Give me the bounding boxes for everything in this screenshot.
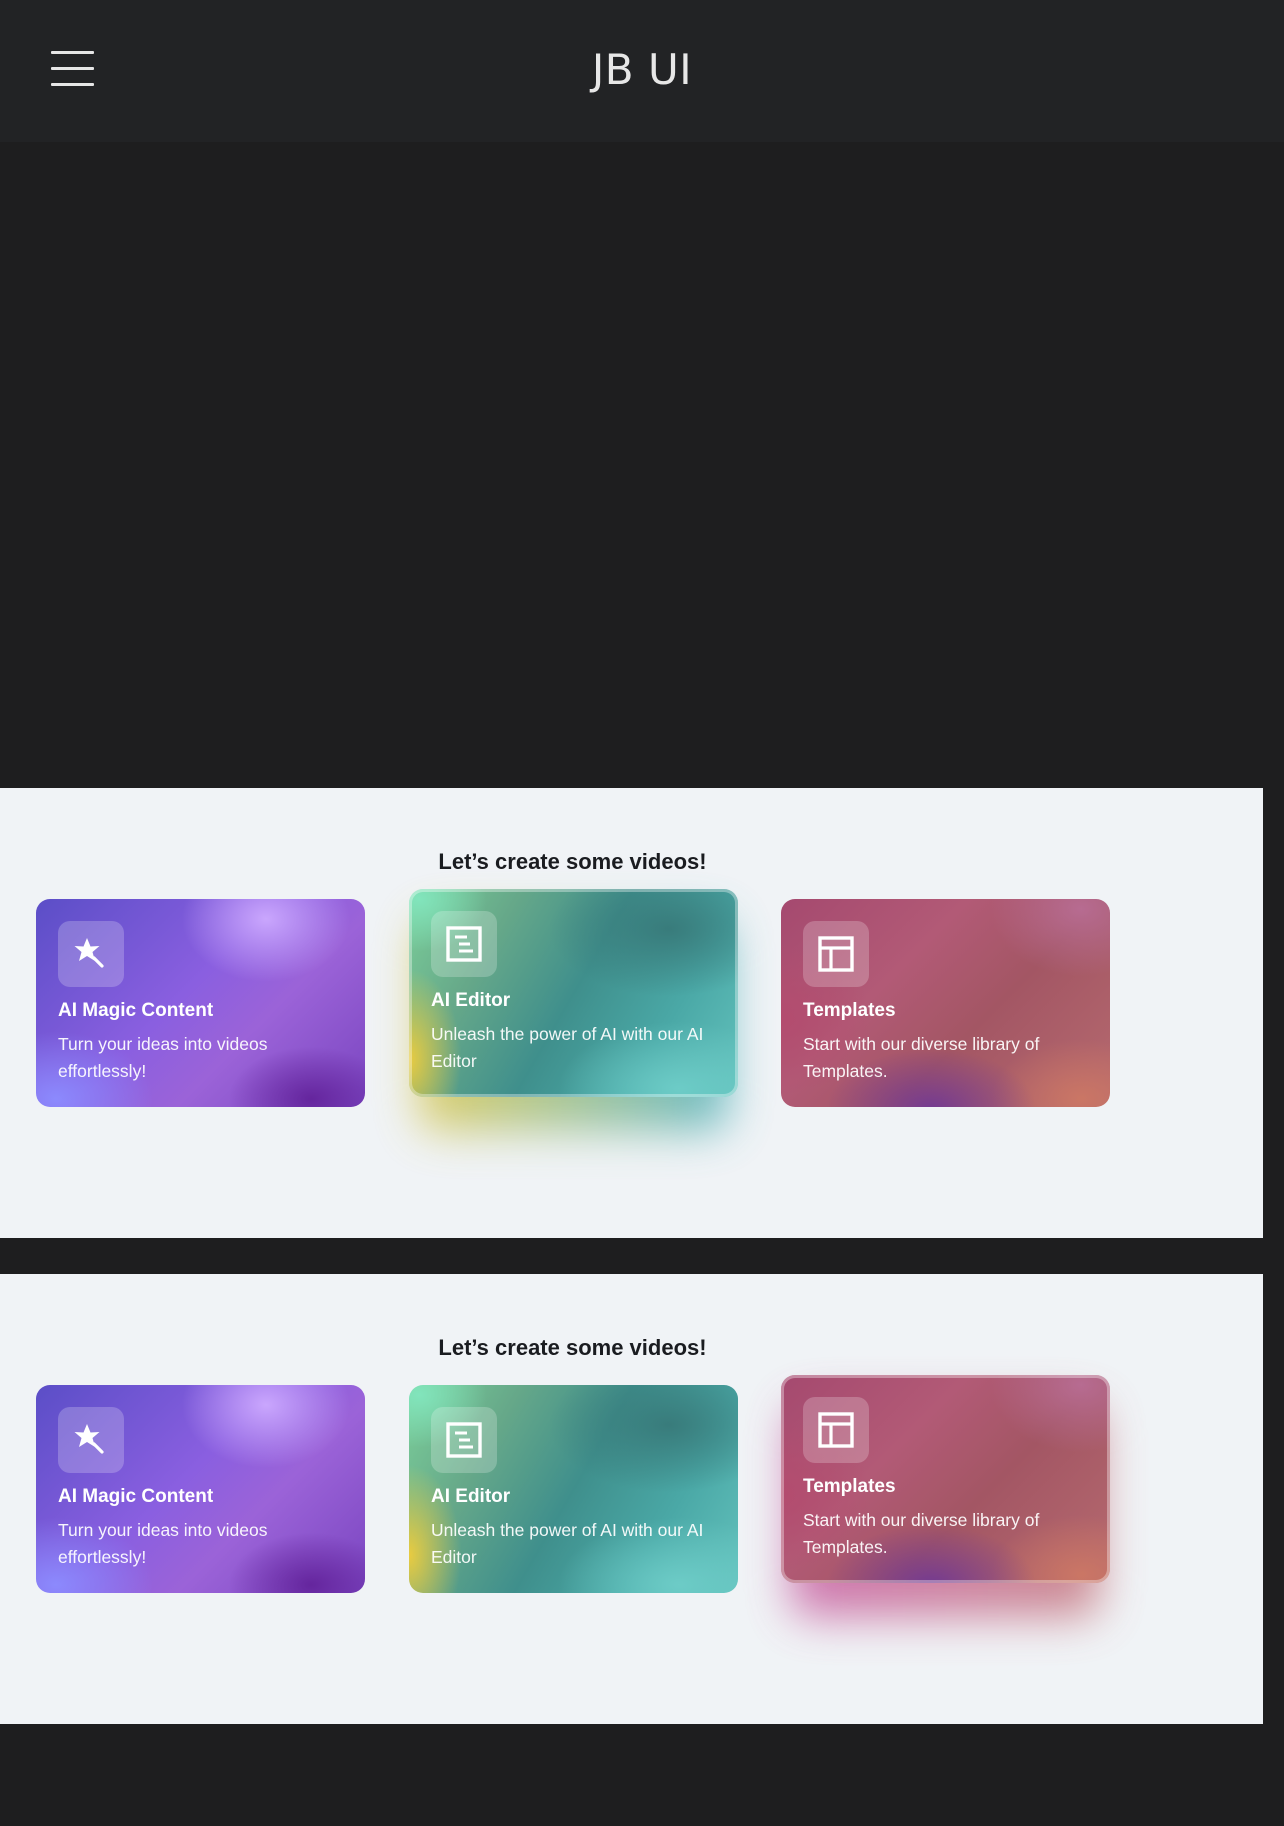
card-title: AI Magic Content — [58, 1000, 214, 1021]
magic-wand-icon — [58, 921, 124, 987]
templates-card[interactable]: Templates Start with our diverse library… — [781, 899, 1110, 1107]
ai-editor-card[interactable]: AI Editor Unleash the power of AI with o… — [409, 889, 738, 1131]
card-title: Templates — [803, 1000, 896, 1021]
editor-document-icon — [431, 1407, 497, 1473]
card-description: Unleash the power of AI with our AI Edit… — [431, 1024, 704, 1071]
top-app-bar: JB UI — [0, 0, 1284, 142]
card-title: Templates — [803, 1476, 896, 1497]
create-videos-section: Let’s create some videos! AI Magic Conte… — [0, 1274, 1263, 1724]
layout-template-icon — [803, 921, 869, 987]
app-title: JB UI — [591, 45, 693, 94]
card-description: Start with our diverse library of Templa… — [803, 1510, 1040, 1557]
section-heading: Let’s create some videos! — [438, 849, 707, 874]
card-description: Turn your ideas into videos effortlessly… — [58, 1520, 268, 1567]
ai-magic-content-card[interactable]: AI Magic Content Turn your ideas into vi… — [36, 899, 365, 1107]
editor-document-icon — [431, 911, 497, 977]
card-title: AI Editor — [431, 1486, 511, 1507]
magic-wand-icon — [58, 1407, 124, 1473]
ai-editor-card[interactable]: AI Editor Unleash the power of AI with o… — [409, 1385, 738, 1593]
ai-magic-content-card[interactable]: AI Magic Content Turn your ideas into vi… — [36, 1385, 365, 1593]
card-description: Turn your ideas into videos effortlessly… — [58, 1034, 268, 1081]
card-description: Unleash the power of AI with our AI Edit… — [431, 1520, 704, 1567]
section-heading: Let’s create some videos! — [438, 1335, 707, 1360]
card-title: AI Magic Content — [58, 1486, 214, 1507]
layout-template-icon — [803, 1397, 869, 1463]
templates-card[interactable]: Templates Start with our diverse library… — [781, 1375, 1110, 1617]
create-videos-section: Let’s create some videos! AI Magic Conte… — [0, 788, 1263, 1238]
card-description: Start with our diverse library of Templa… — [803, 1034, 1040, 1081]
card-title: AI Editor — [431, 990, 511, 1011]
